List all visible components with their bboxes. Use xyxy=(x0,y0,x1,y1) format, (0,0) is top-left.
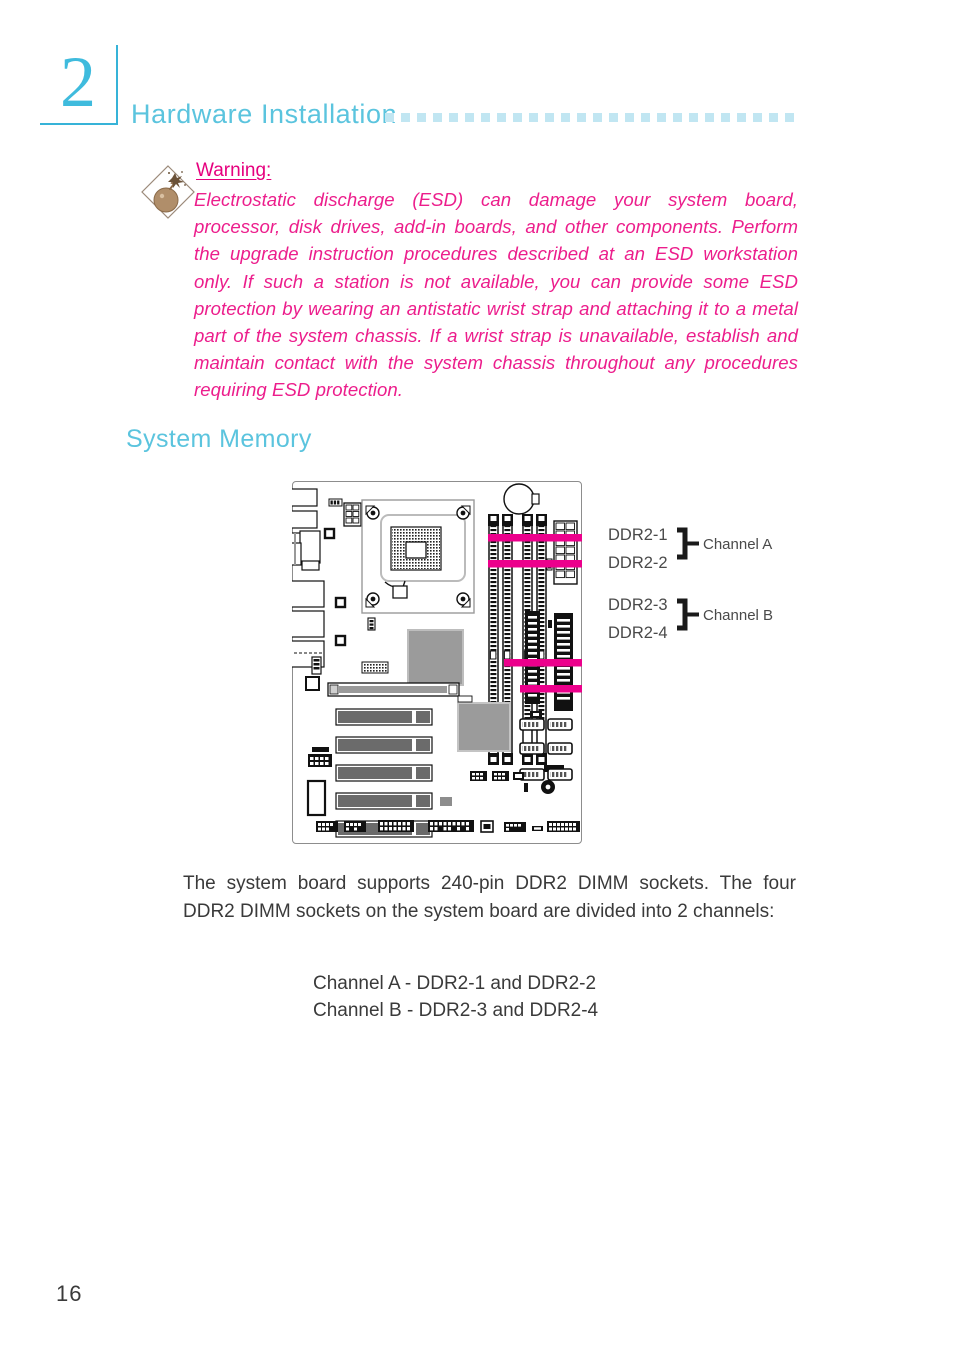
page-title: Hardware Installation xyxy=(131,99,398,129)
warning-title: Warning: xyxy=(196,160,272,181)
callout-channel-b: Channel B xyxy=(703,607,774,624)
header-dotted-rule xyxy=(385,113,795,122)
board-components xyxy=(292,483,582,838)
callout-channel-a: Channel A xyxy=(703,536,773,553)
diagram-callouts: DDR2-1 DDR2-2 DDR2-3 DDR2-4 Channel A Ch… xyxy=(540,525,860,655)
chapter-number: 2 xyxy=(60,42,96,122)
motherboard-diagram xyxy=(292,481,582,844)
channel-brackets xyxy=(677,527,699,631)
channel-line-b: Channel B - DDR2-3 and DDR2-4 xyxy=(313,1000,599,1021)
bomb-diamond-icon xyxy=(139,163,197,221)
page-number: 16 xyxy=(56,1281,83,1306)
section-heading-system-memory: System Memory xyxy=(126,425,312,453)
channel-line-a: Channel A - DDR2-1 and DDR2-2 xyxy=(313,973,597,994)
warning-body: Electrostatic discharge (ESD) can damage… xyxy=(194,189,798,401)
body-paragraph: The system board supports 240-pin DDR2 D… xyxy=(183,873,796,922)
channel-assignment-list: Channel A - DDR2-1 and DDR2-2 Channel B … xyxy=(313,970,598,1024)
